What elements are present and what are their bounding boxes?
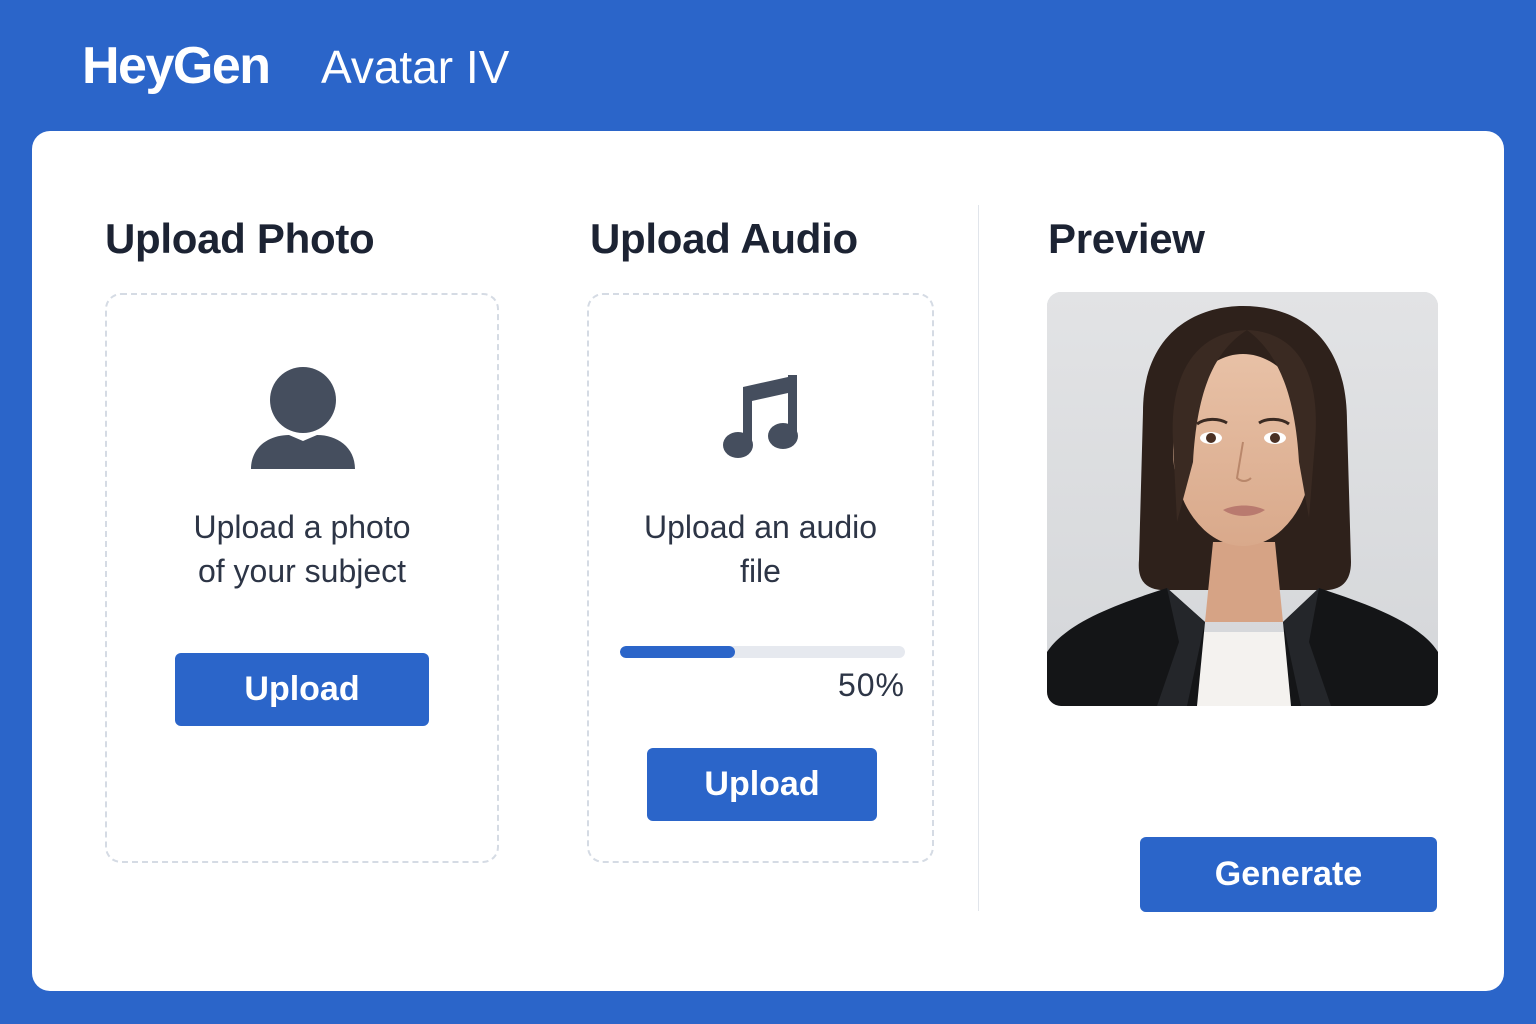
audio-description-line1: Upload an audio <box>643 509 878 545</box>
audio-progress-fill <box>620 646 736 658</box>
photo-dropzone[interactable]: Upload a photo of your subject Upload <box>105 293 499 863</box>
main-card: Upload Photo Upload a photo of your subj… <box>32 131 1504 991</box>
audio-progress-label: 50% <box>837 667 905 703</box>
app-header: HeyGen Avatar IV <box>0 0 1536 130</box>
photo-description-line1: Upload a photo <box>193 509 411 545</box>
music-note-icon <box>723 375 798 458</box>
person-icon <box>251 367 355 469</box>
generate-button[interactable]: Generate <box>1140 837 1437 912</box>
audio-progress-bar <box>620 646 905 658</box>
section-divider <box>978 205 979 911</box>
preview-image <box>1047 292 1438 706</box>
preview-title: Preview <box>1048 215 1205 262</box>
portrait-photo <box>1047 292 1438 706</box>
audio-dropzone[interactable]: Upload an audio file 50% Upload <box>587 293 934 863</box>
product-title: Avatar IV <box>321 41 510 93</box>
upload-audio-title: Upload Audio <box>590 215 858 262</box>
audio-description-line2: file <box>740 553 781 589</box>
upload-audio-button[interactable]: Upload <box>647 748 877 821</box>
brand-logo[interactable]: HeyGen <box>82 36 271 96</box>
photo-description-line2: of your subject <box>197 553 407 589</box>
upload-photo-title: Upload Photo <box>105 215 375 262</box>
upload-photo-button[interactable]: Upload <box>175 653 429 726</box>
